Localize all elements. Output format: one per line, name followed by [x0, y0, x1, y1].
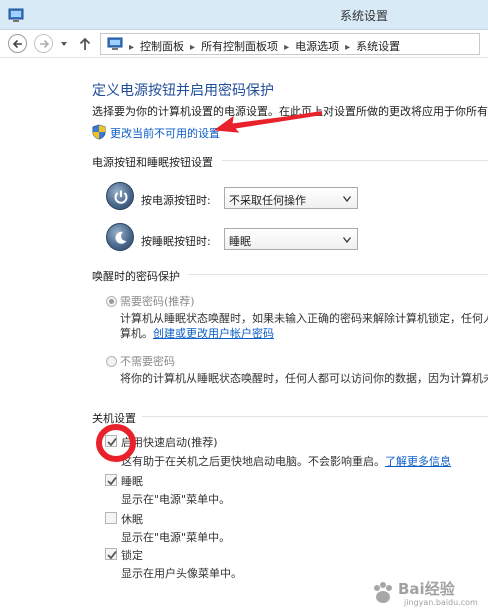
section-divider [142, 416, 488, 417]
forward-arrow-icon [40, 39, 50, 49]
watermark-text: Bai经验 [398, 580, 455, 598]
window-title: 系统设置 [339, 9, 388, 23]
page-description: 选择要为你的计算机设置的电源设置。在此页上对设置所做的更改将应用于你所有的 [92, 105, 488, 118]
chevron-down-icon [343, 196, 351, 202]
control-panel-small-icon [107, 37, 123, 50]
title-bar: 系统设置 [0, 0, 488, 30]
no-password-description: 将你的计算机从睡眠状态唤醒时，任何人都可以访问你的数据，因为计算机未 [120, 372, 488, 385]
breadcrumb-separator-icon[interactable]: ▸ [284, 42, 289, 53]
navigation-bar: ▸ 控制面板 ▸ 所有控制面板项 ▸ 电源选项 ▸ 系统设置 [0, 30, 488, 58]
power-section-heading: 电源按钮和睡眠按钮设置 [92, 156, 213, 169]
learn-more-link[interactable]: 了解更多信息 [385, 455, 451, 468]
require-password-label: 需要密码(推荐) [120, 295, 195, 308]
no-password-radio[interactable] [106, 356, 117, 367]
forward-button[interactable] [34, 34, 53, 53]
breadcrumb-separator-icon[interactable]: ▸ [345, 42, 350, 53]
hibernate-checkbox[interactable] [105, 512, 117, 524]
sleep-checkbox[interactable] [105, 474, 117, 486]
breadcrumb-separator-icon[interactable]: ▸ [190, 42, 195, 53]
checkmark-icon [107, 550, 117, 560]
page-title: 定义电源按钮并启用密码保护 [92, 83, 274, 99]
sleep-button-icon [106, 223, 134, 251]
breadcrumb-item[interactable]: 电源选项 [295, 38, 339, 54]
breadcrumb-item[interactable]: 控制面板 [140, 38, 184, 54]
sleep-button-action-value: 睡眠 [229, 235, 251, 248]
require-password-description-prefix: 算机。 [120, 327, 153, 340]
breadcrumb-item[interactable]: 所有控制面板项 [201, 38, 278, 54]
breadcrumb: ▸ 控制面板 ▸ 所有控制面板项 ▸ 电源选项 ▸ 系统设置 [127, 38, 404, 54]
power-button-icon [106, 182, 134, 210]
sleep-button-action-select[interactable]: 睡眠 [224, 228, 358, 250]
lock-description: 显示在用户头像菜单中。 [121, 567, 242, 580]
checkmark-icon [107, 476, 117, 486]
address-bar[interactable]: ▸ 控制面板 ▸ 所有控制面板项 ▸ 电源选项 ▸ 系统设置 [100, 33, 480, 55]
sleep-label: 睡眠 [121, 475, 143, 488]
section-divider [188, 274, 488, 275]
create-password-link[interactable]: 创建或更改用户帐户密码 [153, 327, 274, 340]
uac-shield-icon [92, 124, 106, 140]
change-settings-link-text[interactable]: 更改当前不可用的设置 [110, 125, 220, 141]
checkmark-icon [107, 437, 117, 447]
power-button-action-select[interactable]: 不采取任何操作 [224, 187, 358, 209]
power-button-action-value: 不采取任何操作 [229, 194, 306, 207]
require-password-description: 计算机从睡眠状态唤醒时，如果未输入正确的密码来解除计算机锁定，任何人 [120, 312, 488, 325]
sleep-description: 显示在"电源"菜单中。 [121, 493, 231, 506]
no-password-label: 不需要密码 [120, 355, 175, 368]
fast-startup-label: 启用快速启动(推荐) [121, 436, 218, 449]
breadcrumb-item[interactable]: 系统设置 [356, 38, 400, 54]
power-button-label: 按电源按钮时: [141, 194, 211, 207]
watermark: Bai经验 jingyan.baidu.com [370, 578, 482, 612]
shutdown-section-heading: 关机设置 [92, 412, 136, 425]
password-section-heading: 唤醒时的密码保护 [92, 270, 180, 283]
require-password-radio[interactable] [106, 296, 117, 307]
up-arrow-icon[interactable] [78, 36, 92, 52]
back-arrow-icon [12, 39, 22, 49]
breadcrumb-separator-icon: ▸ [129, 42, 135, 53]
watermark-subtext: jingyan.baidu.com [404, 598, 478, 607]
fast-startup-description-text: 这有助于在关机之后更快地启动电脑。不会影响重启。 [121, 455, 385, 468]
lock-label: 锁定 [121, 549, 143, 562]
hibernate-description: 显示在"电源"菜单中。 [121, 531, 231, 544]
hibernate-label: 休眠 [121, 513, 143, 526]
fast-startup-checkbox[interactable] [105, 435, 117, 447]
chevron-down-icon [343, 237, 351, 243]
lock-checkbox[interactable] [105, 548, 117, 560]
require-password-description-line2: 算机。创建或更改用户帐户密码 [120, 325, 274, 341]
baidu-paw-icon [374, 582, 392, 603]
recent-locations-chevron-down-icon[interactable] [60, 40, 68, 48]
section-divider [222, 160, 488, 161]
fast-startup-description: 这有助于在关机之后更快地启动电脑。不会影响重启。了解更多信息 [121, 453, 451, 469]
sleep-button-label: 按睡眠按钮时: [141, 235, 211, 248]
back-button[interactable] [8, 34, 27, 53]
